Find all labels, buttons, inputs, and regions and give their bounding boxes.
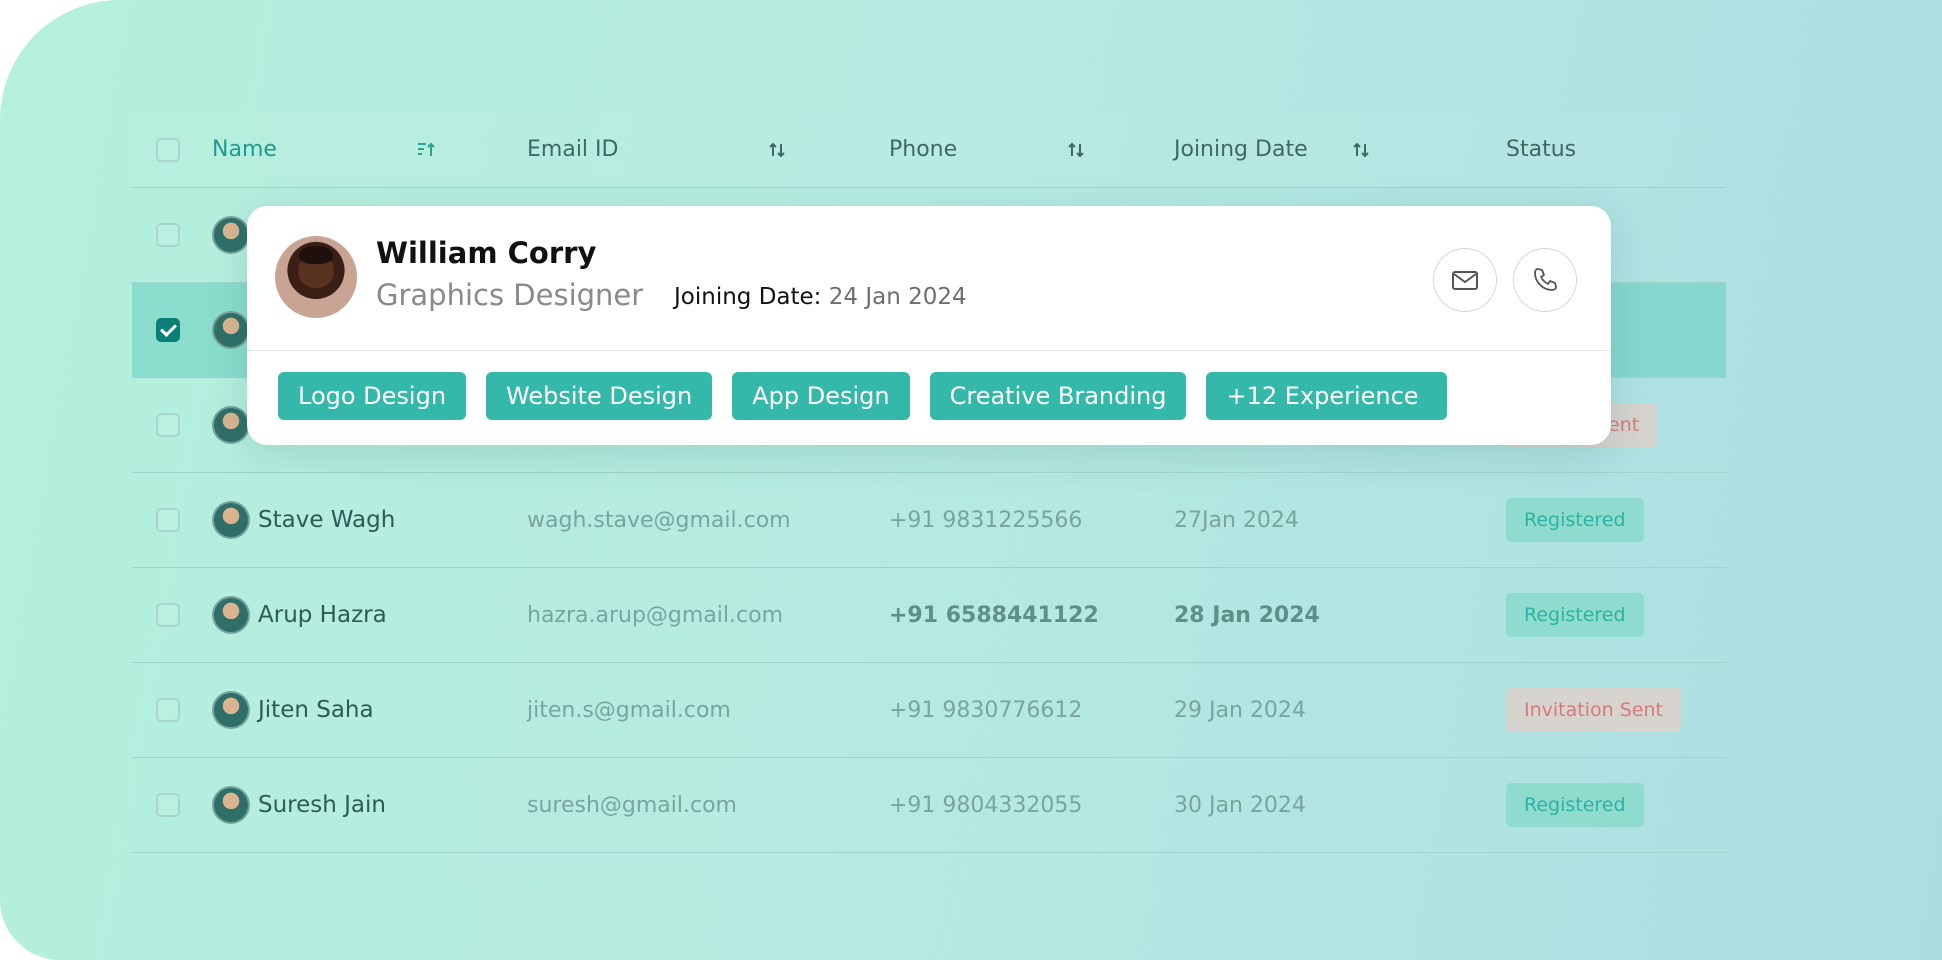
- row-checkbox[interactable]: [156, 793, 180, 817]
- sort-icon[interactable]: [1350, 139, 1372, 161]
- status-badge: Registered: [1506, 593, 1644, 637]
- mail-icon: [1452, 271, 1478, 290]
- row-email: jiten.s@gmail.com: [527, 697, 731, 723]
- row-joining-date: 27Jan 2024: [1174, 507, 1299, 533]
- header-email-label: Email ID: [527, 137, 619, 162]
- status-badge: Invitation Sent: [1506, 688, 1681, 732]
- joining-date-label: Joining Date:: [674, 284, 822, 310]
- row-checkbox[interactable]: [156, 603, 180, 627]
- row-checkbox[interactable]: [156, 223, 180, 247]
- tag-app-design[interactable]: App Design: [732, 372, 910, 420]
- row-name: Jiten Saha: [258, 697, 374, 723]
- avatar: [212, 216, 250, 254]
- header-name-label: Name: [212, 137, 277, 162]
- row-phone: +91 9830776612: [889, 697, 1083, 723]
- row-phone: +91 9804332055: [889, 792, 1083, 818]
- table-row[interactable]: Arup Hazra hazra.arup@gmail.com +91 6588…: [132, 568, 1726, 663]
- phone-icon: [1534, 268, 1557, 291]
- profile-card-header: William Corry Graphics Designer Joining …: [247, 206, 1611, 351]
- row-checkbox[interactable]: [156, 698, 180, 722]
- sort-asc-icon[interactable]: [415, 139, 437, 161]
- row-email: wagh.stave@gmail.com: [527, 507, 791, 533]
- row-email: suresh@gmail.com: [527, 792, 737, 818]
- header-phone[interactable]: Phone: [889, 112, 957, 187]
- status-badge: Registered: [1506, 783, 1644, 827]
- row-email: hazra.arup@gmail.com: [527, 602, 784, 628]
- profile-popup-card: William Corry Graphics Designer Joining …: [247, 206, 1611, 445]
- profile-role: Graphics Designer: [376, 278, 644, 312]
- joining-date-value: 24 Jan 2024: [828, 284, 967, 310]
- header-joining-label: Joining Date: [1174, 137, 1308, 162]
- table-row[interactable]: Jiten Saha jiten.s@gmail.com +91 9830776…: [132, 663, 1726, 758]
- row-phone: +91 9831225566: [889, 507, 1083, 533]
- tag-creative-branding[interactable]: Creative Branding: [929, 372, 1187, 420]
- avatar: [212, 406, 250, 444]
- header-joining-date[interactable]: Joining Date: [1174, 112, 1308, 187]
- select-all-checkbox[interactable]: [156, 137, 180, 162]
- table-row[interactable]: Stave Wagh wagh.stave@gmail.com +91 9831…: [132, 473, 1726, 568]
- tag-more-experience[interactable]: +12 Experience: [1206, 372, 1447, 420]
- row-name: Arup Hazra: [258, 602, 387, 628]
- profile-name: William Corry: [376, 236, 597, 270]
- tag-logo-design[interactable]: Logo Design: [278, 372, 467, 420]
- profile-avatar: [275, 236, 357, 318]
- header-name[interactable]: Name: [212, 112, 277, 187]
- row-checkbox[interactable]: [156, 413, 180, 437]
- sort-icon[interactable]: [766, 139, 788, 161]
- skill-tags: Logo Design Website Design App Design Cr…: [278, 372, 1447, 420]
- header-email[interactable]: Email ID: [527, 112, 618, 187]
- row-phone: +91 6588441122: [889, 602, 1099, 628]
- profile-joining-date: Joining Date: 24 Jan 2024: [674, 284, 967, 310]
- sort-icon[interactable]: [1065, 139, 1087, 161]
- header-status-label: Status: [1506, 137, 1577, 162]
- header-status: Status: [1506, 112, 1576, 187]
- row-checkbox[interactable]: [156, 508, 180, 532]
- avatar: [212, 691, 250, 729]
- row-joining-date: 29 Jan 2024: [1174, 697, 1306, 723]
- avatar: [212, 311, 250, 349]
- row-joining-date: 28 Jan 2024: [1174, 602, 1320, 628]
- avatar: [212, 501, 250, 539]
- email-button[interactable]: [1433, 248, 1497, 312]
- tag-website-design[interactable]: Website Design: [486, 372, 713, 420]
- avatar: [212, 596, 250, 634]
- row-name: Stave Wagh: [258, 507, 396, 533]
- call-button[interactable]: [1513, 248, 1577, 312]
- row-name: Suresh Jain: [258, 792, 386, 818]
- header-phone-label: Phone: [889, 137, 958, 162]
- row-joining-date: 30 Jan 2024: [1174, 792, 1306, 818]
- row-checkbox[interactable]: [156, 318, 180, 342]
- avatar: [212, 786, 250, 824]
- table-header: Name Email ID Phone Joining Date Status: [132, 112, 1726, 188]
- background-canvas: Name Email ID Phone Joining Date Status …: [0, 0, 1942, 960]
- table-row[interactable]: Suresh Jain suresh@gmail.com +91 9804332…: [132, 758, 1726, 853]
- status-badge: Registered: [1506, 498, 1644, 542]
